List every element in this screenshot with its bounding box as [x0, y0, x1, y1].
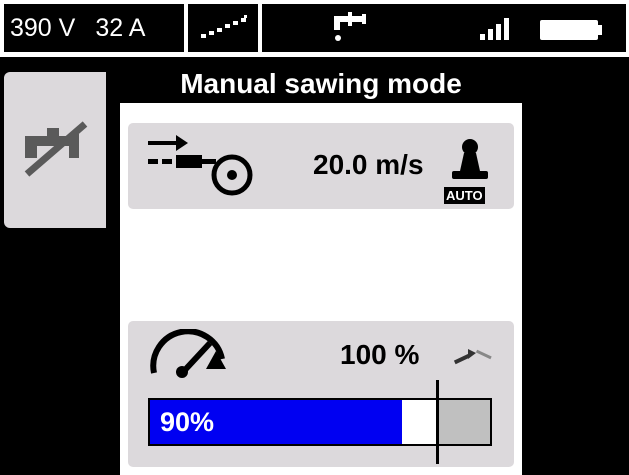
progress-remaining: [439, 400, 490, 444]
tab-water-off[interactable]: [4, 72, 106, 228]
water-tap-icon: [334, 12, 366, 41]
voltage-text: 390 V: [10, 13, 76, 42]
feed-blade-icon: [148, 135, 253, 196]
auto-mode-label: AUTO: [444, 187, 485, 204]
power-progress-bar: 90%: [148, 380, 492, 464]
left-column: [0, 57, 120, 475]
page-title: Manual sawing mode: [120, 65, 522, 103]
signal-link-icon: [188, 4, 258, 52]
status-bar: 390 V 32 A: [0, 0, 629, 57]
power-card[interactable]: 100 % 90%: [128, 321, 514, 467]
gauge-icon: [150, 329, 226, 378]
battery-icon: [540, 20, 602, 40]
main-panel: Manual sawing mode 20.0 m/s AUTO 100 % 9…: [120, 65, 522, 475]
status-icons: [262, 4, 626, 52]
progress-label: 90%: [160, 407, 215, 437]
progress-marker: [436, 380, 439, 464]
power-value: 100 %: [340, 339, 420, 370]
speed-value: 20.0 m/s: [313, 149, 424, 180]
right-column: [522, 57, 629, 475]
current-text: 32 A: [95, 13, 146, 42]
speed-card[interactable]: 20.0 m/s AUTO: [128, 123, 514, 209]
water-off-icon: [24, 121, 88, 177]
signal-strength-icon: [480, 18, 509, 40]
power-readout: 390 V 32 A: [4, 4, 184, 52]
operator-auto-icon: [452, 139, 488, 179]
trend-arrow-icon: [453, 349, 492, 365]
